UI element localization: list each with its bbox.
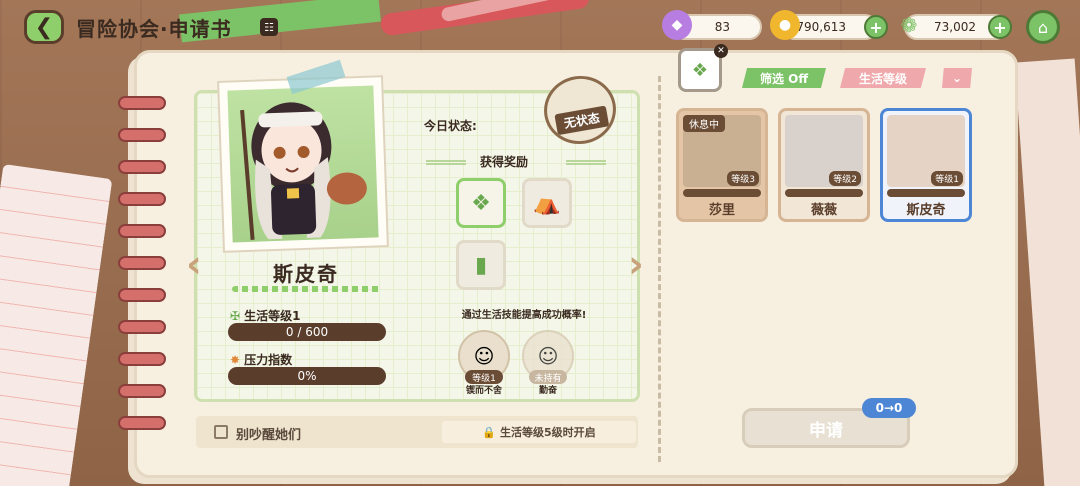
name-underline <box>232 286 382 292</box>
prev-character-button[interactable]: ‹ <box>182 242 206 286</box>
life-exp-text: 0 / 600 <box>285 325 329 339</box>
life-level-text: 生活等级1 <box>244 309 301 323</box>
life-level-label: ✠ 生活等级1 <box>230 307 300 324</box>
page-divider <box>658 76 661 462</box>
card-pack-icon: ❖ <box>691 59 709 81</box>
chevron-right-icon: › <box>628 242 644 286</box>
burst-icon: ✸ <box>230 352 241 367</box>
roster-level-tag: 等级1 <box>931 171 963 186</box>
filter-toggle-button[interactable]: 筛选 Off <box>742 68 826 88</box>
add-leaves-button[interactable]: + <box>988 15 1012 39</box>
dont-wake-checkbox[interactable] <box>214 425 228 439</box>
back-arrow-icon: ❮ <box>34 14 54 40</box>
stress-label: ✸ 压力指数 <box>230 351 292 368</box>
card-pack-icon: ❖ <box>471 190 491 216</box>
character-name: 斯皮奇 <box>273 262 339 286</box>
chevron-down-icon: ⌄ <box>951 71 963 85</box>
notebook-ring <box>118 256 166 270</box>
gem-icon: ◆ <box>662 10 692 40</box>
notebook-ring <box>118 384 166 398</box>
notebook-ring <box>118 224 166 238</box>
life-exp-bar: 0 / 600 <box>228 323 386 341</box>
chevron-left-icon: ‹ <box>186 242 202 286</box>
roster-card-weiwei[interactable]: 等级2 薇薇 <box>778 108 870 222</box>
roster-level-tag: 等级2 <box>829 171 861 186</box>
roster-level-bar <box>887 189 965 197</box>
roster-name: 薇薇 <box>810 203 837 218</box>
notebook-ring <box>118 192 166 206</box>
unlock-requirement: 🔒 生活等级5级时开启 <box>442 421 636 443</box>
notebook-ring <box>118 288 166 302</box>
reward-slot-tube[interactable]: ▮ <box>456 240 506 290</box>
roster-level-bar <box>785 189 863 197</box>
status-value: 无状态 <box>554 105 610 136</box>
notebook-ring <box>118 352 166 366</box>
next-character-button[interactable]: › <box>624 242 648 286</box>
helper-name-1: 锲而不舍 <box>465 386 502 396</box>
book-icon[interactable]: ☷ <box>260 18 278 36</box>
reward-tip: 通过生活技能提高成功概率! <box>461 310 587 321</box>
add-coins-button[interactable]: + <box>864 15 888 39</box>
reward-slot-bottle[interactable]: ⛺ <box>522 178 572 228</box>
reward-title: 获得奖励 <box>479 155 528 169</box>
notebook-ring <box>118 128 166 142</box>
coin-icon: ● <box>770 10 800 40</box>
notebook-ring <box>118 96 166 110</box>
character-art <box>240 102 367 240</box>
roster-name: 斯皮奇 <box>906 203 946 218</box>
stress-value: 0% <box>297 369 317 383</box>
notebook-ring <box>118 320 166 334</box>
reward-title-line <box>566 160 606 165</box>
resting-badge: 休息中 <box>683 115 725 132</box>
gem-count: 83 <box>714 20 730 34</box>
roster-name: 莎里 <box>708 203 735 218</box>
helper-tag-2: 未持有 <box>529 370 567 384</box>
helper-tag-1: 等级1 <box>465 370 503 384</box>
tube-icon: ▮ <box>474 252 488 278</box>
dont-wake-label: 别吵醒她们 <box>236 428 302 443</box>
leaf-icon: ❁ <box>900 13 918 37</box>
stress-bar: 0% <box>228 367 386 385</box>
reward-slot-cards[interactable]: ❖ <box>456 178 506 228</box>
sort-order-button[interactable]: ⌄ <box>942 68 972 88</box>
today-status-label: 今日状态: <box>424 119 477 133</box>
roster-card-shari[interactable]: 休息中 等级3 莎里 <box>676 108 768 222</box>
stress-text: 压力指数 <box>244 353 293 367</box>
leaf-count: 73,002 <box>934 20 976 34</box>
back-button[interactable]: ❮ <box>24 10 64 44</box>
clear-filter-icon[interactable]: ✕ <box>714 44 728 58</box>
clover-icon: ✠ <box>230 308 241 323</box>
lock-icon: 🔒 <box>482 425 497 439</box>
helper-name-2: 勤奋 <box>538 386 557 396</box>
apply-count-badge: 0→0 <box>862 398 916 418</box>
home-button[interactable]: ⌂ <box>1026 10 1060 44</box>
home-icon: ⌂ <box>1037 17 1049 37</box>
unlock-text: 生活等级5级时开启 <box>500 426 596 439</box>
captain-icon: ☺ <box>473 344 495 368</box>
roster-level-bar <box>683 189 761 197</box>
notebook-ring <box>118 416 166 430</box>
sort-button[interactable]: 生活等级 <box>840 68 926 88</box>
roster-level-tag: 等级3 <box>727 171 759 186</box>
character-portrait <box>217 75 389 253</box>
bottle-icon: ⛺ <box>533 190 561 216</box>
page-title: 冒险协会·申请书 <box>76 17 232 41</box>
headband-icon: ☺ <box>537 344 559 368</box>
roster-card-spikey[interactable]: 等级1 斯皮奇 <box>880 108 972 222</box>
notebook-ring <box>118 160 166 174</box>
